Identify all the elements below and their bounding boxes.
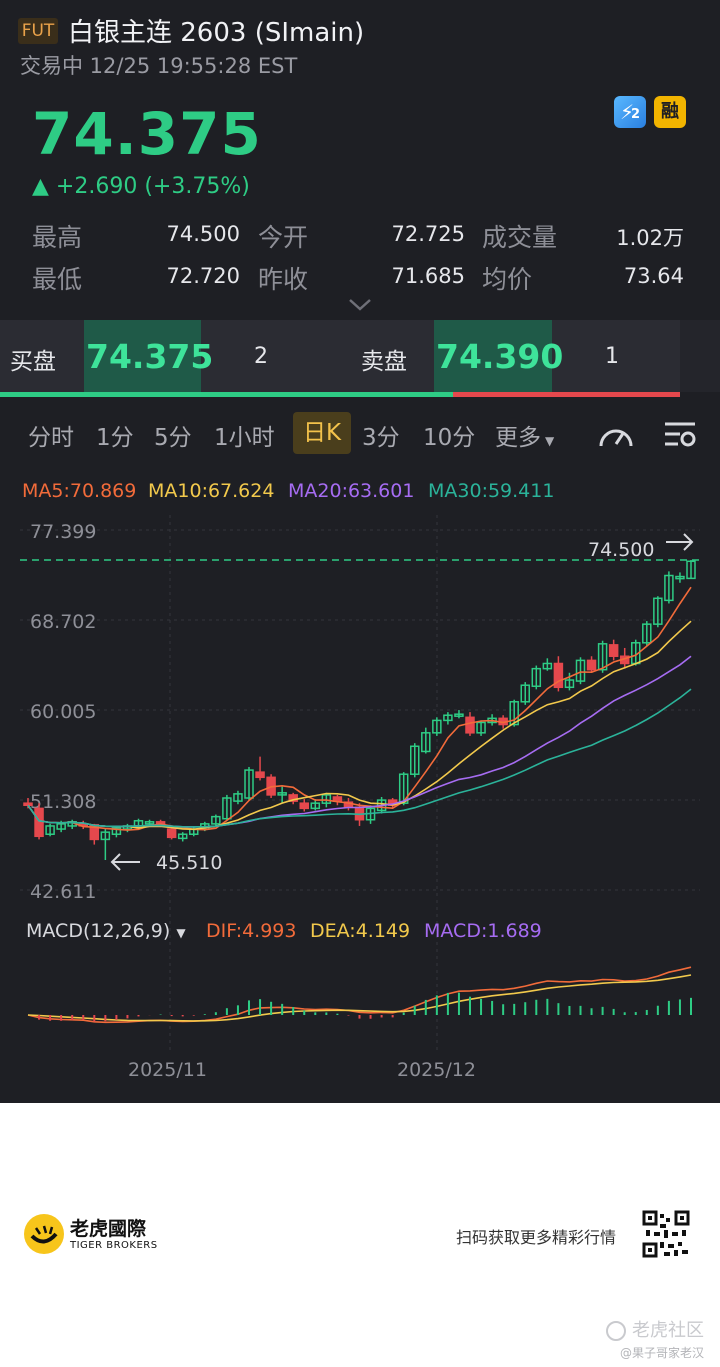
- kline-chart[interactable]: 77.39968.70260.00551.30842.611 74.50045.…: [0, 505, 720, 1103]
- y-tick-label: 42.611: [30, 881, 96, 903]
- watermark-logo: 老虎社区: [606, 1316, 704, 1342]
- ma30-legend: MA30:59.411: [428, 480, 555, 502]
- tab-more-label: 更多: [495, 425, 541, 451]
- y-axis-ticks: 77.39968.70260.00551.30842.611: [30, 521, 96, 903]
- ma10-legend: MA10:67.624: [148, 480, 275, 502]
- stat-low-label: 最低: [32, 265, 83, 294]
- brand-name-en: TIGER BROKERS: [70, 1240, 158, 1251]
- stat-prevclose-label: 昨收: [258, 265, 309, 294]
- stat-avg-value: 73.64: [623, 264, 684, 288]
- y-tick-label: 68.702: [30, 611, 96, 633]
- tab-more[interactable]: 更多 ▼: [495, 418, 554, 452]
- tab-timeshare[interactable]: 分时: [28, 418, 74, 452]
- caret-down-icon: ▼: [176, 926, 186, 940]
- order-book-edge: [680, 320, 720, 392]
- stat-open-value: 72.725: [391, 222, 465, 246]
- caret-down-icon: ▼: [545, 434, 555, 448]
- candle-body: [34, 807, 44, 838]
- macd-value: MACD:1.689: [424, 920, 542, 942]
- expand-chevron-icon[interactable]: [348, 298, 372, 312]
- indicator-gauge-icon[interactable]: [596, 420, 636, 450]
- candle-body: [255, 771, 265, 779]
- arrow-right-icon: [666, 533, 694, 551]
- low-marker-label: 45.510: [156, 852, 222, 874]
- ask-price[interactable]: 74.390: [436, 337, 563, 376]
- stat-avg-label: 均价: [482, 265, 533, 294]
- quote-screen: FUT 白银主连 2603 (SImain) 交易中 12/25 19:55:2…: [0, 0, 720, 1103]
- watermark-user: @果子哥家老汉: [620, 1346, 705, 1360]
- watermark-logo-icon: [606, 1321, 626, 1341]
- high-marker-label: 74.500: [588, 539, 654, 561]
- chart-settings-icon[interactable]: [662, 420, 698, 450]
- ma5-line: [27, 586, 692, 831]
- last-price: 74.375: [32, 100, 262, 168]
- instrument-title: 白银主连 2603 (SImain): [68, 18, 365, 48]
- tab-1min[interactable]: 1分: [96, 418, 134, 452]
- x-axis-labels: 2025/11 2025/12: [128, 1059, 476, 1081]
- qr-code-icon[interactable]: [642, 1210, 690, 1258]
- macd-dea: DEA:4.149: [310, 920, 411, 942]
- x-axis-label: 2025/12: [397, 1059, 476, 1081]
- ask-ratio-bar: [453, 392, 680, 397]
- candle-body: [166, 828, 177, 839]
- brand-name-cn: 老虎國際: [70, 1218, 147, 1240]
- y-tick-label: 77.399: [30, 521, 96, 543]
- candle-body: [586, 659, 597, 671]
- candle-body: [299, 802, 309, 810]
- stat-volume-value: 1.02万: [616, 226, 684, 250]
- tab-5min[interactable]: 5分: [154, 418, 192, 452]
- stat-prevclose-value: 71.685: [391, 264, 465, 288]
- y-tick-label: 60.005: [30, 701, 96, 723]
- tab-10min[interactable]: 10分: [423, 418, 475, 452]
- lightning-trade-icon[interactable]: 2 ⚡: [614, 96, 646, 128]
- tiger-logo-icon: [24, 1214, 64, 1254]
- macd-dif: DIF:4.993: [206, 920, 297, 942]
- tab-3min[interactable]: 3分: [362, 418, 400, 452]
- bid-price[interactable]: 74.375: [86, 337, 213, 376]
- ask-qty: 1: [605, 344, 619, 369]
- scan-prompt: 扫码获取更多精彩行情: [456, 1228, 617, 1247]
- ask-label: 卖盘: [361, 349, 407, 375]
- tab-1hour[interactable]: 1小时: [214, 418, 275, 452]
- stat-low-value: 72.720: [166, 264, 240, 288]
- x-axis-label: 2025/11: [128, 1059, 207, 1081]
- stat-volume-label: 成交量: [482, 223, 558, 252]
- bid-label: 买盘: [10, 349, 56, 375]
- candle-body: [465, 716, 475, 734]
- margin-icon[interactable]: 融: [654, 96, 686, 128]
- macd-settings[interactable]: MACD(12,26,9) ▼: [26, 920, 186, 942]
- ma-lines: [27, 586, 692, 831]
- stat-open-label: 今开: [258, 223, 309, 252]
- price-change: ▲ +2.690 (+3.75%): [32, 174, 250, 199]
- candle-body: [608, 644, 619, 657]
- stat-high-value: 74.500: [166, 222, 240, 246]
- ma20-line: [27, 655, 692, 828]
- bid-ratio-bar: [0, 392, 453, 397]
- stat-high-label: 最高: [32, 223, 83, 252]
- candle-body: [23, 802, 33, 807]
- ma10-line: [27, 620, 692, 831]
- fut-badge: FUT: [18, 18, 58, 44]
- tab-daily[interactable]: 日K: [293, 412, 351, 454]
- trading-status: 交易中 12/25 19:55:28 EST: [20, 54, 298, 78]
- macd-panel: [27, 966, 692, 1024]
- arrow-left-icon: [110, 853, 140, 871]
- watermark-text: 老虎社区: [632, 1320, 704, 1341]
- ma5-legend: MA5:70.869: [22, 480, 137, 502]
- bid-qty: 2: [254, 344, 268, 369]
- macd-label: MACD(12,26,9): [26, 920, 171, 942]
- ma20-legend: MA20:63.601: [288, 480, 415, 502]
- chart-grid: [20, 515, 700, 1050]
